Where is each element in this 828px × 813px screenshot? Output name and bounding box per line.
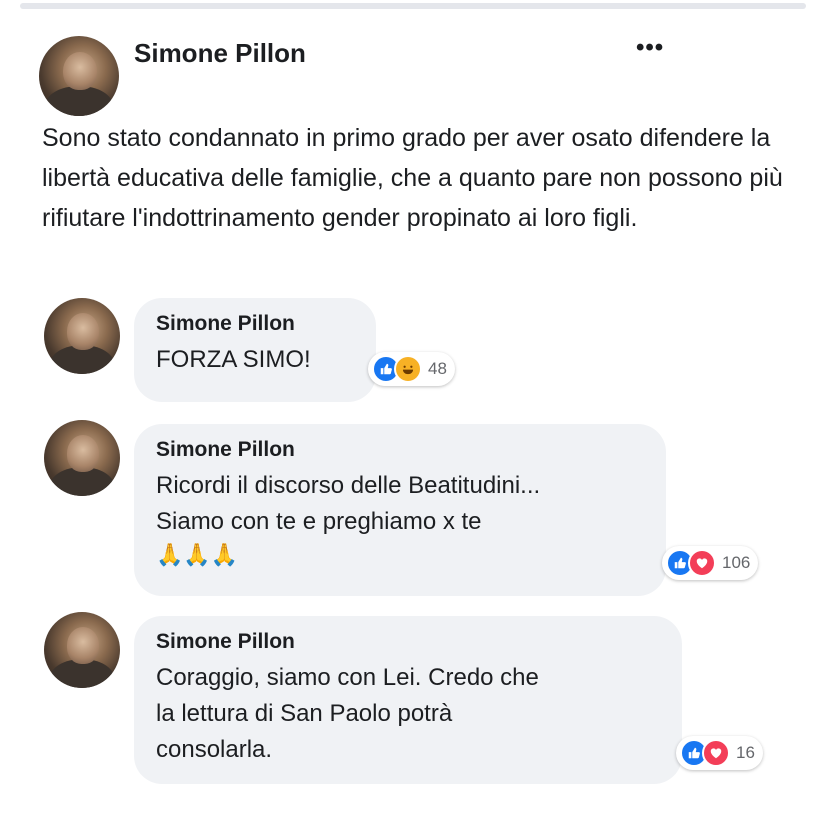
comment-text: Coraggio, siamo con Lei. Credo che la le… xyxy=(156,664,539,763)
love-icon xyxy=(702,739,730,767)
post-author-name[interactable]: Simone Pillon xyxy=(134,38,306,69)
avatar-face xyxy=(66,627,99,664)
comment-bubble: Simone Pillon Coraggio, siamo con Lei. C… xyxy=(134,616,682,784)
comment-bubble: Simone Pillon FORZA SIMO! xyxy=(134,298,376,402)
reaction-summary[interactable]: 48 xyxy=(368,352,455,386)
post-text: Sono stato condannato in primo grado per… xyxy=(42,124,783,232)
avatar-face xyxy=(66,313,99,350)
comment-text: FORZA SIMO! xyxy=(156,346,311,373)
reaction-summary[interactable]: 106 xyxy=(662,546,759,580)
avatar-face xyxy=(66,435,99,472)
haha-icon xyxy=(394,355,422,383)
comment-avatar[interactable] xyxy=(44,420,120,496)
avatar-face xyxy=(63,52,97,91)
avatar-shoulders xyxy=(45,85,113,116)
post-author-avatar[interactable] xyxy=(39,36,119,116)
reaction-count: 106 xyxy=(722,553,751,572)
comment-author[interactable]: Simone Pillon xyxy=(156,438,644,462)
comment-avatar[interactable] xyxy=(44,298,120,374)
praying-hands-emoji: 🙏🙏🙏 xyxy=(156,542,239,567)
more-options-icon[interactable]: ••• xyxy=(636,34,664,62)
top-divider xyxy=(20,3,806,9)
reaction-summary[interactable]: 16 xyxy=(676,736,763,770)
comment-bubble: Simone Pillon Ricordi il discorso delle … xyxy=(134,424,666,596)
love-icon xyxy=(688,549,716,577)
reaction-count: 48 xyxy=(428,359,447,378)
comment-author[interactable]: Simone Pillon xyxy=(156,312,354,336)
comment-avatar[interactable] xyxy=(44,612,120,688)
comment-text: Ricordi il discorso delle Beatitudini...… xyxy=(156,472,541,535)
comment-author[interactable]: Simone Pillon xyxy=(156,630,660,654)
reaction-count: 16 xyxy=(736,743,755,762)
